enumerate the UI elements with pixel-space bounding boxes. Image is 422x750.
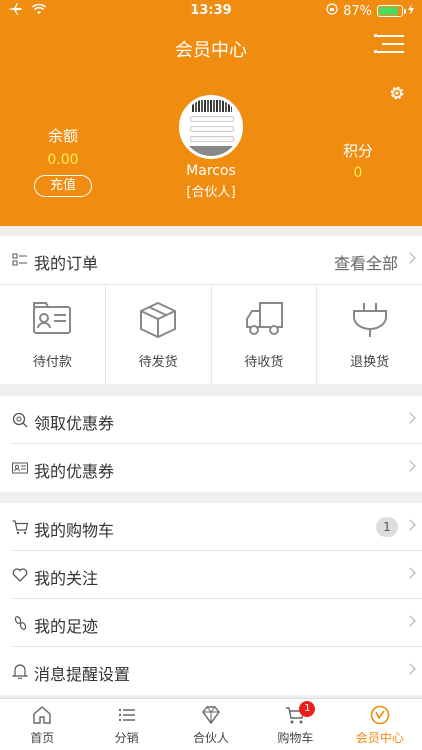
- menu-icon[interactable]: [374, 33, 404, 55]
- order-status-label: 待发货: [138, 355, 178, 370]
- battery-percent: 87%: [343, 3, 372, 19]
- cart-count-badge: 1: [376, 517, 398, 537]
- order-status-pending-shipment[interactable]: 待发货: [106, 285, 212, 384]
- coupon-search-icon: [12, 412, 28, 428]
- cart-icon: [12, 519, 29, 535]
- status-bar: 13:39 87%: [0, 0, 422, 22]
- tab-cart[interactable]: 1 购物车: [253, 699, 337, 750]
- member-role: [合伙人]: [186, 185, 236, 200]
- page-title: 会员中心: [175, 40, 247, 61]
- charging-icon: [408, 3, 414, 19]
- avatar[interactable]: [179, 95, 243, 159]
- claim-coupons-row[interactable]: 领取优惠券: [12, 396, 422, 444]
- order-status-label: 待付款: [32, 355, 72, 370]
- chevron-right-icon: [404, 519, 416, 531]
- points-block: 积分 0: [330, 140, 386, 181]
- my-cart-row[interactable]: 我的购物车 1: [12, 503, 422, 551]
- gear-icon[interactable]: [388, 84, 406, 102]
- tab-label: 首页: [30, 731, 55, 745]
- balance-label: 余额: [47, 127, 78, 145]
- order-status-grid: 待付款 待发货 待收货 退换货: [0, 284, 422, 384]
- id-card-icon: [12, 460, 28, 476]
- bottom-tab-bar: 首页 分销 合伙人 1 购物车 会员中心: [0, 698, 422, 750]
- my-orders-label: 我的订单: [34, 254, 99, 273]
- battery-icon: [377, 5, 406, 17]
- footprint-icon: [12, 615, 28, 631]
- cart-badge: 1: [299, 701, 316, 717]
- chevron-right-icon: [404, 412, 416, 424]
- account-menu-section: 我的购物车 1 我的关注 我的足迹 消息提醒设置: [0, 503, 422, 695]
- view-all-orders-link[interactable]: 查看全部: [334, 250, 398, 274]
- my-cart-label: 我的购物车: [34, 521, 115, 540]
- my-follows-row[interactable]: 我的关注: [12, 551, 422, 599]
- balance-block: 余额 0.00: [34, 125, 92, 168]
- points-value: 0: [353, 165, 363, 181]
- notification-settings-label: 消息提醒设置: [34, 665, 131, 684]
- order-status-label: 待收货: [244, 355, 284, 370]
- tab-partner[interactable]: 合伙人: [169, 699, 253, 750]
- points-label: 积分: [342, 142, 373, 160]
- heart-icon: [12, 567, 28, 583]
- chevron-right-icon: [404, 252, 416, 264]
- chevron-right-icon: [404, 567, 416, 579]
- chevron-right-icon: [404, 663, 416, 675]
- battery-fill: [379, 7, 399, 15]
- notification-settings-row[interactable]: 消息提醒设置: [11, 647, 422, 695]
- my-follows-label: 我的关注: [34, 569, 99, 588]
- chevron-right-icon: [404, 460, 416, 472]
- rotation-lock-icon: [326, 3, 338, 19]
- my-orders-row[interactable]: 我的订单 查看全部: [12, 236, 422, 284]
- my-coupons-label: 我的优惠券: [34, 462, 115, 481]
- coupons-section: 领取优惠券 我的优惠券: [0, 396, 422, 492]
- chevron-right-icon: [404, 615, 416, 627]
- tab-distribution[interactable]: 分销: [84, 699, 168, 750]
- claim-coupons-label: 领取优惠券: [34, 414, 115, 433]
- order-list-icon: [12, 252, 28, 268]
- my-footprints-row[interactable]: 我的足迹: [12, 599, 422, 647]
- tab-label: 会员中心: [355, 731, 404, 745]
- my-coupons-row[interactable]: 我的优惠券: [12, 444, 422, 492]
- bell-icon: [11, 663, 29, 680]
- tab-label: 购物车: [277, 731, 314, 745]
- tab-home[interactable]: 首页: [0, 699, 84, 750]
- order-status-pending-payment[interactable]: 待付款: [0, 285, 106, 384]
- order-status-label: 退换货: [350, 355, 390, 370]
- tab-label: 分销: [114, 731, 139, 745]
- order-status-pending-receipt[interactable]: 待收货: [212, 285, 318, 384]
- tab-member-center[interactable]: 会员中心: [338, 699, 422, 750]
- order-status-returns[interactable]: 退换货: [317, 285, 422, 384]
- orders-section: 我的订单 查看全部: [0, 236, 422, 284]
- tab-label: 合伙人: [193, 731, 230, 745]
- my-footprints-label: 我的足迹: [34, 617, 99, 636]
- member-header: 13:39 87% 会员中心 余额 0.00 充值 Marcos [合伙人] 积…: [0, 0, 422, 226]
